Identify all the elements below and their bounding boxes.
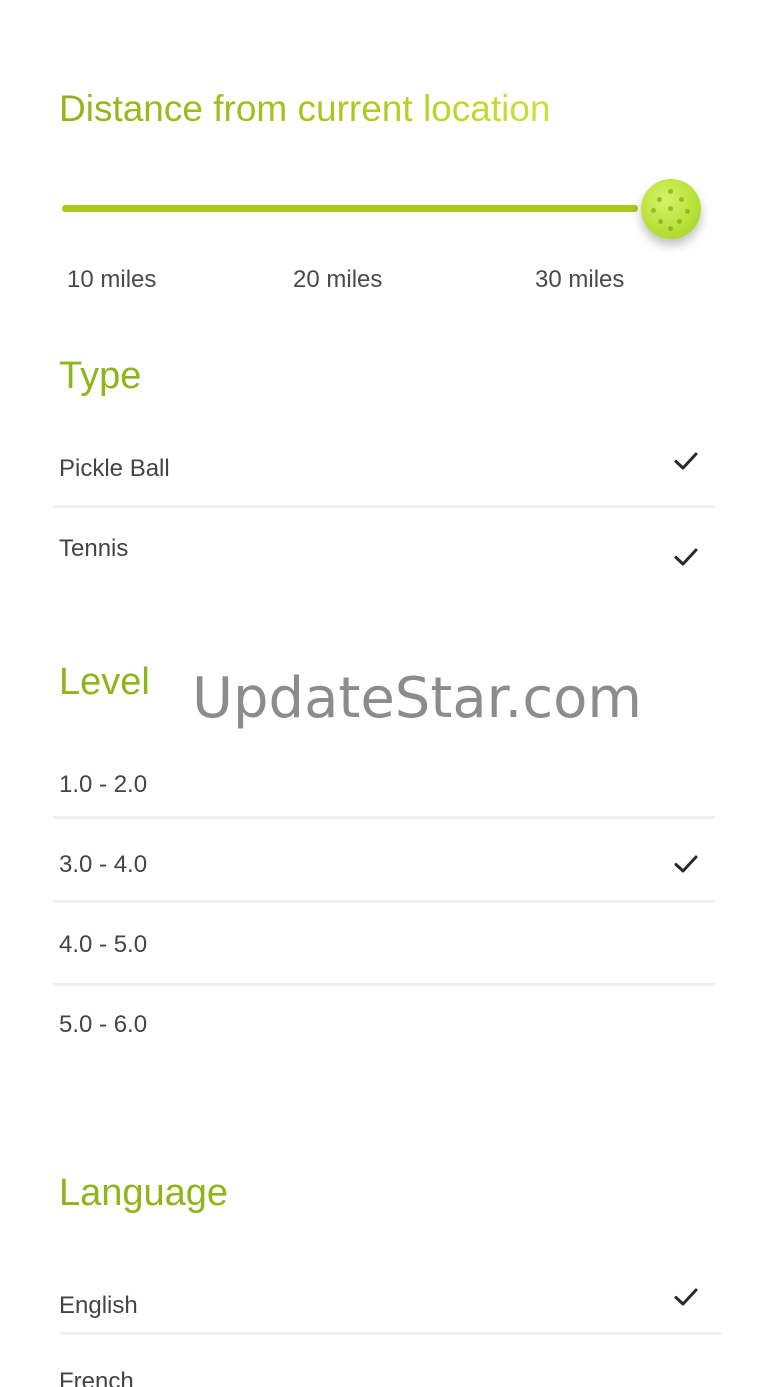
option-label: Tennis — [59, 535, 129, 562]
option-label: 3.0 - 4.0 — [59, 851, 148, 878]
divider — [60, 1332, 722, 1335]
divider — [53, 505, 715, 508]
type-option-tennis[interactable]: Tennis — [53, 510, 715, 590]
type-option-pickle-ball[interactable]: Pickle Ball — [53, 430, 715, 510]
level-section-title: Level — [59, 661, 150, 703]
option-label: 4.0 - 5.0 — [59, 931, 148, 958]
distance-tick-30: 30 miles — [535, 266, 625, 293]
language-section-title: Language — [59, 1172, 229, 1214]
type-section-title: Type — [59, 355, 142, 397]
level-option-4-5[interactable]: 4.0 - 5.0 — [53, 905, 715, 985]
distance-section-title: Distance from current location — [59, 88, 551, 129]
level-option-5-6[interactable]: 5.0 - 6.0 — [53, 985, 715, 1065]
distance-tick-20: 20 miles — [293, 266, 383, 293]
option-label: 5.0 - 6.0 — [59, 1011, 148, 1038]
distance-tick-10: 10 miles — [67, 266, 157, 293]
language-option-french[interactable]: French — [53, 1346, 715, 1387]
distance-slider-fill — [62, 205, 638, 212]
option-label: English — [59, 1292, 138, 1319]
pickleball-icon[interactable] — [641, 179, 701, 239]
level-option-1-2[interactable]: 1.0 - 2.0 — [53, 745, 715, 825]
level-option-3-4[interactable]: 3.0 - 4.0 — [53, 825, 715, 905]
divider — [53, 900, 715, 903]
checkmark-icon — [674, 855, 698, 873]
distance-slider-track[interactable] — [62, 205, 638, 212]
option-label: Pickle Ball — [59, 455, 170, 482]
divider — [53, 816, 715, 819]
watermark: UpdateStar.com — [192, 666, 642, 731]
option-label: 1.0 - 2.0 — [59, 771, 148, 798]
checkmark-icon — [674, 1288, 698, 1306]
checkmark-icon — [674, 548, 698, 566]
option-label: French — [59, 1368, 134, 1387]
checkmark-icon — [674, 452, 698, 470]
